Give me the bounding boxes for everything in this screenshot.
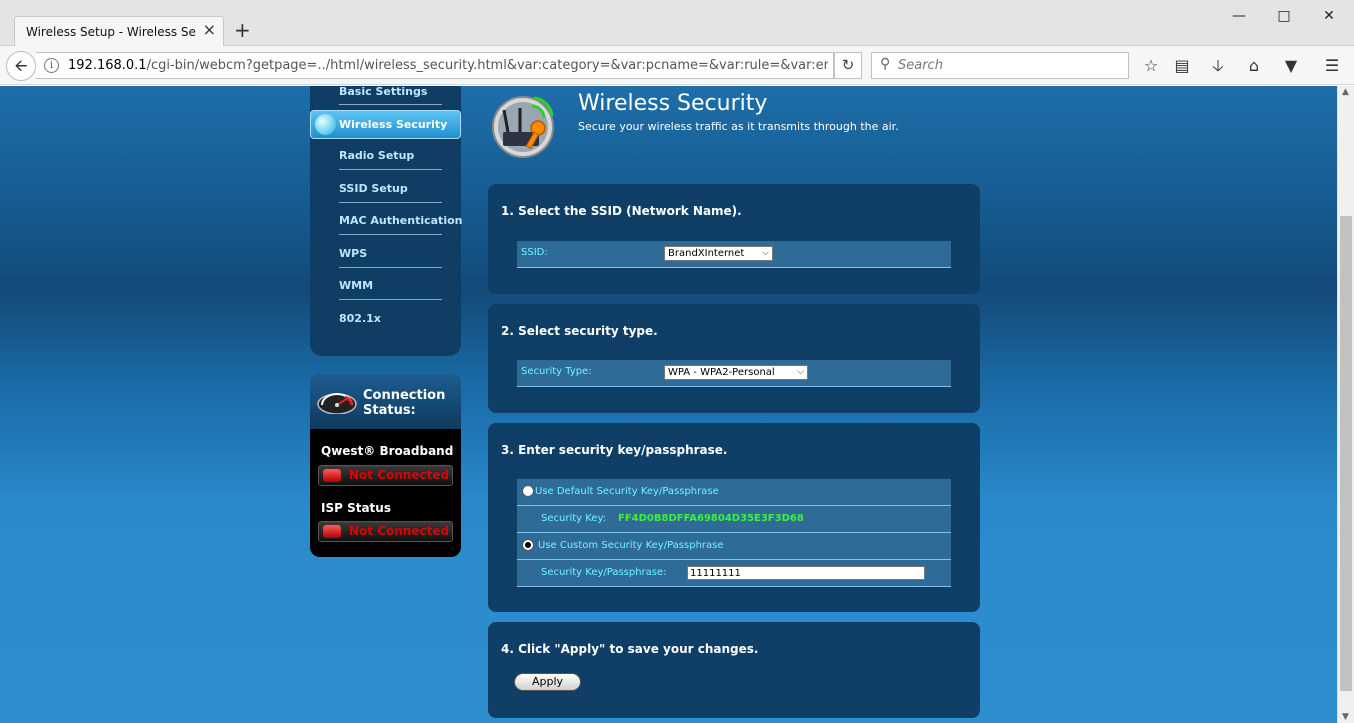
security-key-section-title: 3. Enter security key/passphrase.	[501, 443, 728, 457]
speedometer-icon	[317, 393, 357, 414]
home-icon[interactable]: ⌂	[1243, 55, 1265, 77]
passphrase-label: Security Key/Passphrase:	[541, 567, 667, 578]
security-type-section-title: 2. Select security type.	[501, 324, 658, 338]
close-window-icon[interactable]: ✕	[1309, 4, 1349, 28]
url-host: 192.168.0.1	[68, 58, 147, 73]
menu-divider	[339, 299, 442, 300]
passphrase-input[interactable]	[687, 566, 925, 580]
pocket-icon[interactable]: ▼	[1280, 55, 1302, 77]
ssid-section: 1. Select the SSID (Network Name). SSID:…	[488, 184, 980, 294]
menu-wps[interactable]: WPS	[339, 243, 451, 265]
ssid-label: SSID:	[521, 247, 548, 258]
broadband-label: Qwest® Broadband	[321, 444, 454, 458]
menu-basic-settings[interactable]: Basic Settings	[339, 86, 451, 103]
connection-status-title: Connection Status:	[363, 388, 445, 418]
connection-status-header: Connection Status:	[310, 374, 461, 429]
page-subtitle: Secure your wireless traffic as it trans…	[578, 120, 899, 133]
active-bullet-icon	[315, 114, 336, 135]
tab-title: Wireless Setup - Wireless Secu	[26, 25, 196, 39]
menu-divider	[339, 234, 442, 235]
wireless-key-icon	[492, 96, 554, 158]
ssid-selected-value: BrandXInternet	[668, 248, 745, 259]
maximize-icon[interactable]: □	[1264, 4, 1304, 28]
connection-title-line1: Connection	[363, 388, 446, 403]
search-icon: ⚲	[880, 56, 891, 72]
broadband-status-text: Not Connected	[349, 468, 450, 482]
security-key-label: Security Key:	[541, 513, 607, 524]
chevron-down-icon: ⌵	[762, 248, 769, 258]
hamburger-menu-icon[interactable]: ☰	[1321, 55, 1343, 77]
default-key-option-row: Use Default Security Key/Passphrase	[517, 479, 951, 506]
default-key-option-label[interactable]: Use Default Security Key/Passphrase	[535, 486, 719, 497]
ssid-select[interactable]: BrandXInternet ⌵	[664, 246, 773, 261]
menu-8021x[interactable]: 802.1x	[339, 308, 451, 330]
new-tab-button[interactable]: +	[234, 20, 251, 40]
menu-wmm[interactable]: WMM	[339, 275, 451, 297]
menu-divider	[339, 169, 442, 170]
reload-button[interactable]: ↻	[834, 52, 862, 79]
security-key-value: FF4D0B8DFFA69804D35E3F3D68	[618, 513, 804, 524]
bookmark-star-icon[interactable]: ☆	[1140, 55, 1162, 77]
broadband-status-indicator: Not Connected	[318, 465, 453, 486]
vertical-scrollbar[interactable]: ▲ ▼	[1337, 86, 1354, 723]
security-type-selected-value: WPA - WPA2-Personal	[668, 367, 775, 378]
security-type-select[interactable]: WPA - WPA2-Personal ⌵	[664, 365, 808, 380]
menu-active-label: Wireless Security	[339, 118, 448, 131]
search-box[interactable]: ⚲	[871, 52, 1129, 79]
page-viewport: Basic Settings Wireless Security Radio S…	[0, 86, 1337, 723]
menu-divider	[339, 104, 442, 105]
menu-radio-setup[interactable]: Radio Setup	[339, 145, 451, 167]
browser-tab[interactable]: Wireless Setup - Wireless Secu ×	[14, 16, 224, 46]
menu-mac-authentication[interactable]: MAC Authentication	[339, 210, 462, 232]
status-led-icon	[323, 469, 341, 482]
scroll-down-icon[interactable]: ▼	[1342, 712, 1349, 722]
info-icon[interactable]: i	[44, 58, 59, 73]
tab-strip: Wireless Setup - Wireless Secu × + — □ ✕	[0, 0, 1354, 46]
url-path: /cgi-bin/webcm?getpage=../html/wireless_…	[146, 58, 828, 73]
back-button[interactable]: 🡨	[6, 51, 36, 81]
apply-section-title: 4. Click "Apply" to save your changes.	[501, 642, 759, 656]
scroll-up-icon[interactable]: ▲	[1342, 87, 1349, 97]
connection-title-line2: Status:	[363, 403, 416, 418]
minimize-icon[interactable]: —	[1219, 4, 1259, 28]
ssid-section-title: 1. Select the SSID (Network Name).	[501, 204, 742, 218]
ssid-row: SSID: BrandXInternet ⌵	[517, 241, 951, 268]
reading-list-icon[interactable]: ▤	[1171, 55, 1193, 77]
default-key-radio[interactable]	[522, 485, 534, 497]
search-input[interactable]	[898, 56, 1123, 75]
page-title: Wireless Security	[578, 91, 768, 116]
menu-ssid-setup[interactable]: SSID Setup	[339, 178, 451, 200]
custom-key-radio[interactable]	[522, 539, 534, 551]
scrollbar-thumb[interactable]	[1340, 216, 1352, 691]
menu-wireless-security[interactable]: Wireless Security	[310, 110, 461, 139]
connection-status-panel: Connection Status: Qwest® Broadband Not …	[310, 374, 461, 557]
security-type-label: Security Type:	[521, 366, 592, 377]
security-type-row: Security Type: WPA - WPA2-Personal ⌵	[517, 360, 951, 387]
passphrase-row: Security Key/Passphrase:	[517, 560, 951, 587]
menu-divider	[339, 202, 442, 203]
isp-status-indicator: Not Connected	[318, 521, 453, 542]
navigation-bar: 🡨 i 192.168.0.1/cgi-bin/webcm?getpage=..…	[0, 46, 1354, 85]
security-key-row: Security Key: FF4D0B8DFFA69804D35E3F3D68	[517, 506, 951, 533]
isp-status-text: Not Connected	[349, 524, 450, 538]
url-text[interactable]: 192.168.0.1/cgi-bin/webcm?getpage=../htm…	[68, 58, 828, 73]
apply-button[interactable]: Apply	[514, 673, 581, 691]
security-type-section: 2. Select security type. Security Type: …	[488, 304, 980, 413]
status-led-icon	[323, 525, 341, 538]
isp-status-label: ISP Status	[321, 501, 391, 515]
close-tab-icon[interactable]: ×	[203, 21, 216, 39]
wireless-menu: Basic Settings Wireless Security Radio S…	[310, 86, 462, 356]
custom-key-option-label[interactable]: Use Custom Security Key/Passphrase	[538, 540, 724, 551]
chevron-down-icon: ⌵	[797, 367, 804, 377]
download-icon[interactable]: 🡣	[1207, 55, 1229, 77]
security-key-section: 3. Enter security key/passphrase. Use De…	[488, 423, 980, 612]
menu-divider	[339, 267, 442, 268]
custom-key-option-row: Use Custom Security Key/Passphrase	[517, 533, 951, 560]
address-bar[interactable]: i 192.168.0.1/cgi-bin/webcm?getpage=../h…	[36, 52, 834, 79]
apply-section: 4. Click "Apply" to save your changes. A…	[488, 622, 980, 718]
